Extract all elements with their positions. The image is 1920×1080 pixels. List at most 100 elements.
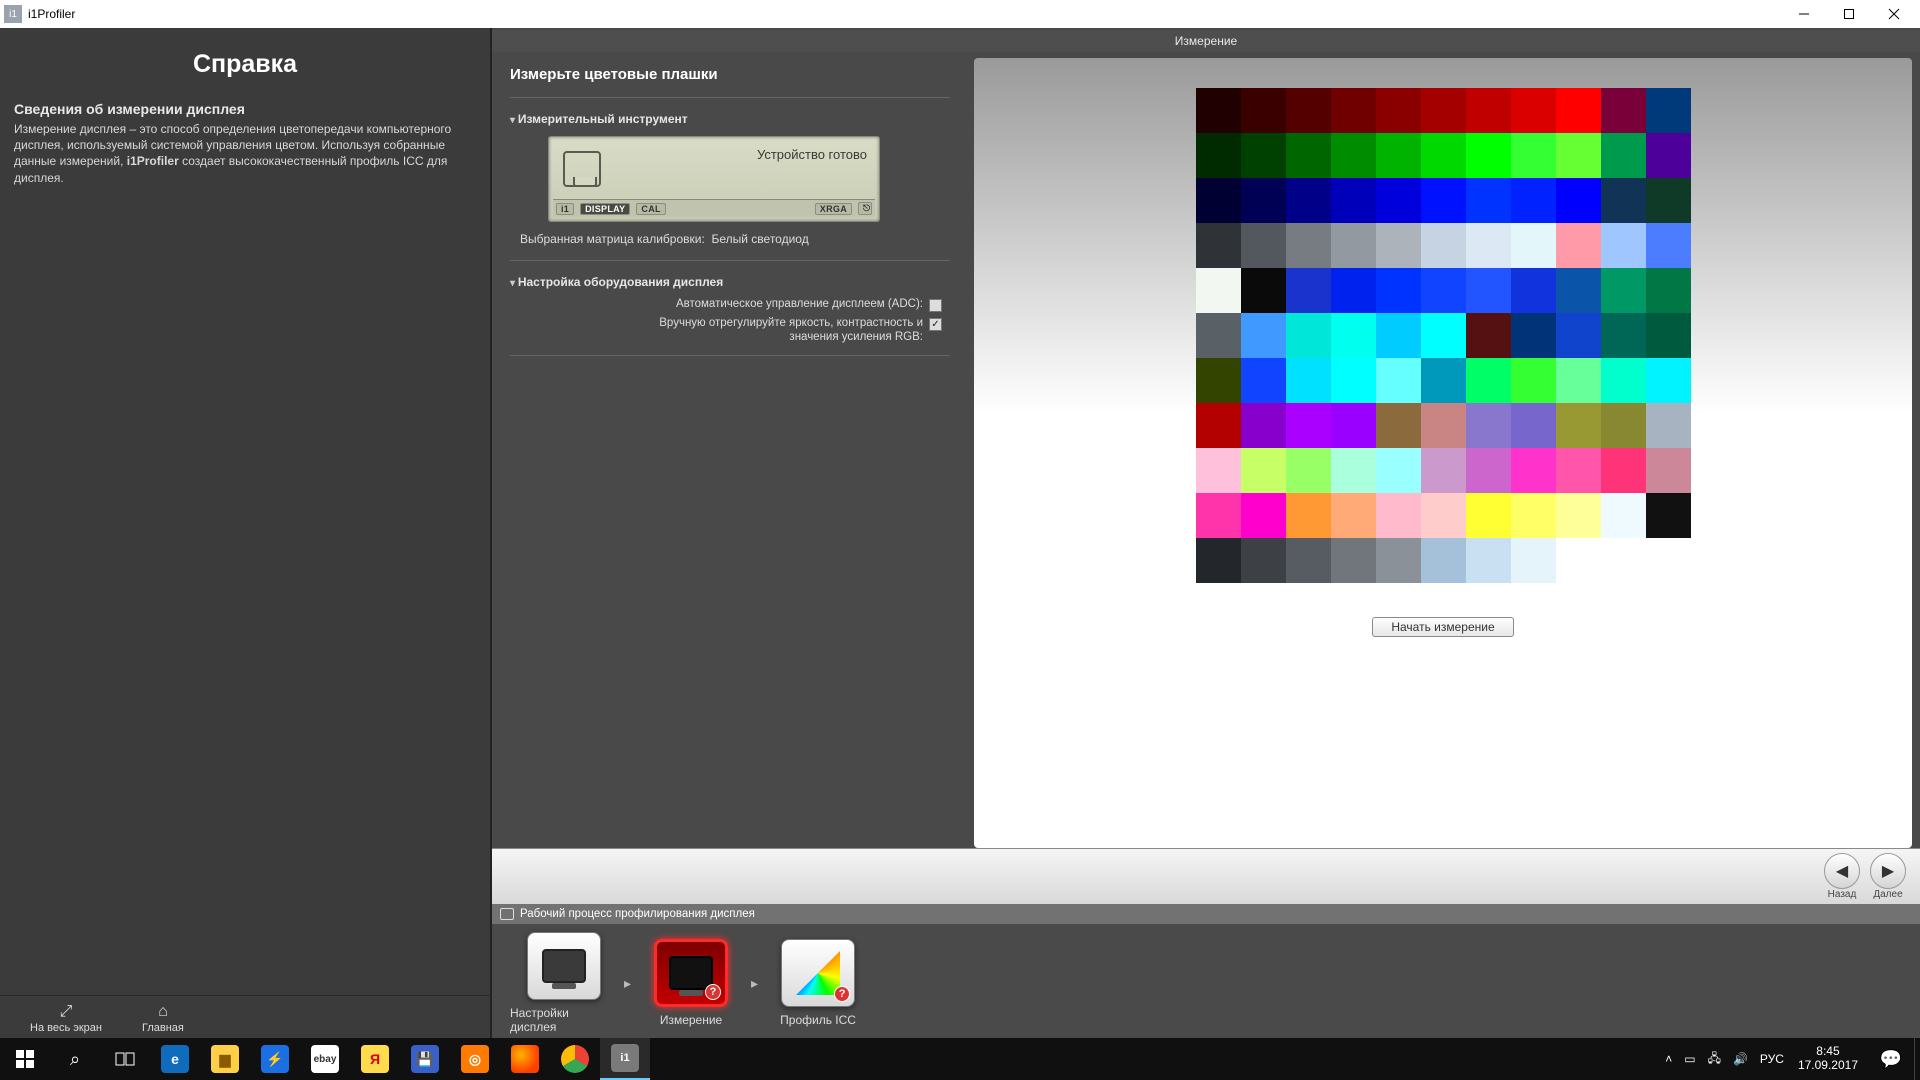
color-patch — [1646, 268, 1691, 313]
color-patch — [1286, 403, 1331, 448]
color-patch — [1466, 268, 1511, 313]
color-patch — [1511, 538, 1556, 583]
floppy-icon: 💾 — [411, 1045, 439, 1073]
taskbar-clock[interactable]: 8:45 17.09.2017 — [1788, 1045, 1868, 1073]
tray-volume-icon[interactable]: 🔊 — [1733, 1052, 1748, 1066]
taskbar-app-orange[interactable]: ◎ — [450, 1038, 500, 1080]
taskbar-app-edge[interactable]: e — [150, 1038, 200, 1080]
color-patch — [1646, 403, 1691, 448]
color-patch — [1421, 448, 1466, 493]
chevron-right-icon: ▸ — [624, 975, 631, 992]
window-close-button[interactable] — [1871, 0, 1916, 28]
color-patch — [1241, 493, 1286, 538]
taskbar-app-chrome[interactable] — [550, 1038, 600, 1080]
color-patch — [1646, 223, 1691, 268]
show-desktop-button[interactable] — [1914, 1038, 1920, 1080]
tray-battery-icon[interactable]: ▭ — [1684, 1052, 1695, 1066]
color-patch — [1196, 493, 1241, 538]
workflow-title-bar: Рабочий процесс профилирования дисплея — [492, 904, 1920, 924]
workflow-step-icc-profile[interactable]: ? Профиль ICC — [764, 939, 872, 1027]
task-view-icon — [115, 1051, 135, 1067]
action-center-button[interactable]: 💬 — [1868, 1038, 1914, 1080]
search-button[interactable]: ⌕ — [50, 1038, 100, 1080]
windows-taskbar: ⌕ e ▆ ⚡ ebay Я 💾 ◎ i1 ˄ ▭ 🖧 🔊 РУС 8:45 1… — [0, 1038, 1920, 1080]
chip-i1: i1 — [556, 203, 574, 215]
main-panel: Измерение Измерьте цветовые плашки Измер… — [492, 28, 1920, 1038]
color-patch — [1511, 313, 1556, 358]
color-patch — [1241, 88, 1286, 133]
taskbar-app-explorer[interactable]: ▆ — [200, 1038, 250, 1080]
workflow-step-display-settings[interactable]: Настройки дисплея — [510, 932, 618, 1034]
color-patch — [1331, 133, 1376, 178]
edge-icon: e — [161, 1045, 189, 1073]
firefox-icon — [511, 1045, 539, 1073]
color-patch — [1286, 358, 1331, 403]
nav-next-button[interactable]: ▶ Далее — [1870, 853, 1906, 900]
color-patch — [1376, 223, 1421, 268]
window-minimize-button[interactable] — [1781, 0, 1826, 28]
fullscreen-button[interactable]: ⤢ На весь экран — [30, 1004, 102, 1034]
color-patch — [1286, 133, 1331, 178]
windows-logo-icon — [16, 1050, 34, 1068]
color-patch — [1511, 268, 1556, 313]
workflow-step2-label: Измерение — [660, 1013, 722, 1027]
color-patch — [1331, 178, 1376, 223]
start-button[interactable] — [0, 1038, 50, 1080]
taskbar-app-yandex[interactable]: Я — [350, 1038, 400, 1080]
nav-back-label: Назад — [1828, 889, 1857, 900]
color-patch — [1646, 448, 1691, 493]
tray-network-icon[interactable]: 🖧 — [1708, 1049, 1721, 1070]
color-patch — [1466, 448, 1511, 493]
search-icon: ⌕ — [70, 1049, 80, 1070]
color-patch — [1376, 493, 1421, 538]
color-patch — [1646, 358, 1691, 403]
color-patch — [1556, 223, 1601, 268]
nav-back-button[interactable]: ◀ Назад — [1824, 853, 1860, 900]
taskbar-app-save[interactable]: 💾 — [400, 1038, 450, 1080]
taskbar-app-thunderbolt[interactable]: ⚡ — [250, 1038, 300, 1080]
tray-overflow-button[interactable]: ˄ — [1665, 1052, 1672, 1066]
stage-tab-title: Измерение — [492, 30, 1920, 52]
instrument-device-box: Устройство готово i1 DISPLAY CAL XRGA ⎋ — [548, 136, 880, 222]
fullscreen-label: На весь экран — [30, 1022, 102, 1034]
color-patch — [1241, 268, 1286, 313]
option-adc-checkbox[interactable] — [929, 299, 942, 312]
color-patch — [1376, 538, 1421, 583]
color-patch — [1196, 403, 1241, 448]
tray-language-indicator[interactable]: РУС — [1760, 1052, 1784, 1066]
help-body-bold: i1Profiler — [127, 154, 179, 168]
workflow-title: Рабочий процесс профилирования дисплея — [520, 908, 755, 920]
color-patch — [1286, 223, 1331, 268]
help-bottom-toolbar: ⤢ На весь экран ⌂ Главная — [0, 995, 490, 1038]
option-manual-checkbox[interactable]: ✓ — [929, 318, 942, 331]
home-button[interactable]: ⌂ Главная — [142, 1004, 184, 1034]
window-maximize-button[interactable] — [1826, 0, 1871, 28]
taskbar-app-firefox[interactable] — [500, 1038, 550, 1080]
matrix-label: Выбранная матрица калибровки: — [520, 232, 705, 246]
workflow-step-measurement[interactable]: ? Измерение — [637, 939, 745, 1027]
maximize-icon — [1843, 8, 1855, 20]
help-title: Справка — [0, 28, 490, 93]
color-patch — [1466, 493, 1511, 538]
monitor-small-icon — [500, 908, 514, 920]
task-view-button[interactable] — [100, 1038, 150, 1080]
color-patch — [1331, 403, 1376, 448]
taskbar-app-ebay[interactable]: ebay — [300, 1038, 350, 1080]
color-patch — [1511, 133, 1556, 178]
color-patch — [1421, 493, 1466, 538]
clock-time: 8:45 — [1798, 1045, 1858, 1059]
color-patch — [1286, 538, 1331, 583]
home-label: Главная — [142, 1022, 184, 1034]
color-patch — [1601, 178, 1646, 223]
start-measurement-button[interactable]: Начать измерение — [1372, 617, 1513, 637]
color-patch — [1376, 448, 1421, 493]
ebay-icon: ebay — [311, 1045, 339, 1073]
color-patch — [1421, 88, 1466, 133]
color-patch — [1556, 403, 1601, 448]
color-patch — [1286, 268, 1331, 313]
color-patch — [1466, 313, 1511, 358]
taskbar-app-i1profiler[interactable]: i1 — [600, 1038, 650, 1080]
color-patch — [1421, 538, 1466, 583]
help-panel: Справка Сведения об измерении дисплея Из… — [0, 28, 492, 1038]
color-patch — [1646, 88, 1691, 133]
